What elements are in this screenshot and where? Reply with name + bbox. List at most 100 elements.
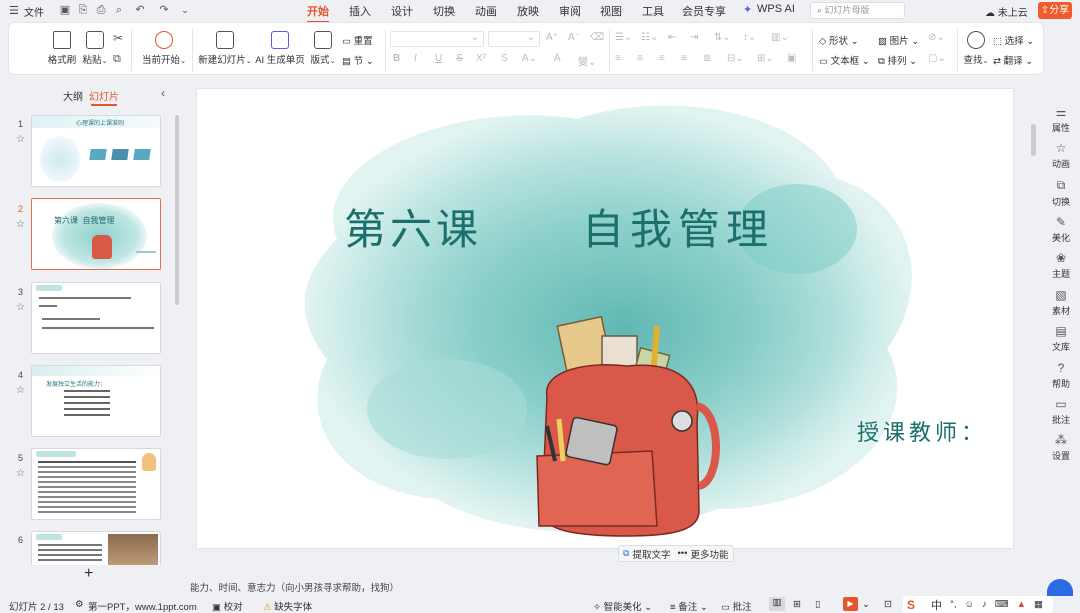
find-button[interactable]: 查找⌄ xyxy=(961,31,991,66)
clear-format-icon[interactable]: ⌫ xyxy=(590,32,604,43)
vertical-align-icon[interactable]: ⊟⌄ xyxy=(727,53,744,64)
help-button[interactable]: ? 帮助 xyxy=(1042,361,1080,390)
quick-access-chevron-icon[interactable]: ⌄ xyxy=(178,3,192,17)
char-spacing-icon[interactable]: Ä xyxy=(554,53,561,64)
tab-outline[interactable]: 大纲 xyxy=(63,88,83,103)
slide-thumbnail-5[interactable] xyxy=(31,448,161,520)
cut-icon[interactable]: ✂ xyxy=(113,31,123,45)
undo-icon[interactable]: ↶ xyxy=(133,3,147,17)
sorter-view-icon[interactable]: ⊞ xyxy=(793,599,801,610)
assistant-icon[interactable] xyxy=(1047,579,1073,596)
strikethrough-icon[interactable]: S xyxy=(456,53,463,64)
slide-scrollbar[interactable] xyxy=(1031,124,1036,156)
collapse-panel-icon[interactable]: ‹ xyxy=(161,86,165,100)
superscript-icon[interactable]: X² xyxy=(476,53,486,64)
file-menu[interactable]: 文件 xyxy=(24,4,44,19)
print-icon[interactable]: ⎙ xyxy=(94,3,108,17)
skin-icon[interactable]: ▲ xyxy=(1017,599,1026,610)
copy-icon[interactable]: ⧉ xyxy=(113,53,121,66)
theme-name[interactable]: 第一PPT，www.1ppt.com xyxy=(88,599,197,613)
emoji-icon[interactable]: ☺ xyxy=(964,599,974,610)
slide-thumbnail-4[interactable]: 发展独立生活的能力： xyxy=(31,365,161,437)
justify-icon[interactable]: ≡ xyxy=(681,53,687,64)
slideshow-chevron-icon[interactable]: ⌄ xyxy=(862,599,870,610)
italic-icon[interactable]: I xyxy=(414,53,417,64)
settings-button[interactable]: ⁂ 设置 xyxy=(1042,433,1080,462)
slide-title-topic[interactable]: 自我管理 xyxy=(582,196,774,257)
textbox-button[interactable]: ▭ 文本框 ⌄ xyxy=(819,53,870,67)
layout-button[interactable]: 版式⌄ xyxy=(309,31,337,66)
more-functions-button[interactable]: 更多功能 xyxy=(690,547,728,561)
missing-font-button[interactable]: ⚠ 缺失字体 xyxy=(263,599,312,613)
ime-menu-icon[interactable]: ▦ xyxy=(1034,599,1043,610)
translate-button[interactable]: ⇄ 翻译 ⌄ xyxy=(993,53,1033,67)
align-center-icon[interactable]: ≡ xyxy=(637,53,643,64)
paste-button[interactable]: 粘贴⌄ xyxy=(79,31,111,66)
star-icon[interactable]: ☆ xyxy=(16,385,25,396)
tab-design[interactable]: 设计 xyxy=(391,3,413,19)
slide-thumbnail-3[interactable] xyxy=(31,282,161,354)
tab-slideshow[interactable]: 放映 xyxy=(517,3,539,19)
material-button[interactable]: ▧ 素材 xyxy=(1042,288,1080,317)
keyboard-icon[interactable]: ⌨ xyxy=(995,599,1009,610)
slide-thumbnail-1[interactable]: 心理课的上课准则 xyxy=(31,115,161,187)
columns-icon[interactable]: ▥⌄ xyxy=(771,32,789,43)
tab-tools[interactable]: 工具 xyxy=(642,3,664,19)
reset-button[interactable]: ▭ 重置 xyxy=(342,33,373,47)
star-icon[interactable]: ☆ xyxy=(16,219,25,230)
tab-insert[interactable]: 插入 xyxy=(349,3,371,19)
star-icon[interactable]: ☆ xyxy=(16,134,25,145)
cloud-status[interactable]: ☁ 未上云 xyxy=(985,4,1028,19)
arrange-button[interactable]: ⧉ 排列 ⌄ xyxy=(878,53,917,67)
save-icon[interactable]: ▣ xyxy=(58,3,72,17)
notes-pane[interactable]: 能力、时间、意志力（向小男孩寻求帮助，找狗） xyxy=(186,576,1042,596)
print-preview-icon[interactable]: ⌕ xyxy=(112,3,126,17)
outline-icon[interactable]: ▢⌄ xyxy=(928,53,946,64)
panel-scrollbar[interactable] xyxy=(175,115,179,305)
theme-button[interactable]: ❀ 主题 xyxy=(1042,251,1080,280)
numbered-list-icon[interactable]: ☷⌄ xyxy=(641,32,658,43)
slide-thumbnail-2[interactable]: 第六课 自我管理 xyxy=(31,198,161,270)
slide-title-lesson[interactable]: 第六课 xyxy=(344,196,482,257)
text-shadow-icon[interactable]: S xyxy=(501,53,508,64)
increase-indent-icon[interactable]: ⇥ xyxy=(690,32,698,43)
comments-button[interactable]: ▭ 批注 xyxy=(1042,397,1080,426)
export-pdf-icon[interactable]: ⎘ xyxy=(76,3,90,17)
line-spacing-icon[interactable]: ↕⌄ xyxy=(743,32,756,43)
tab-review[interactable]: 审阅 xyxy=(559,3,581,19)
transition-button[interactable]: ⧉ 切换 xyxy=(1042,178,1080,208)
proofread-button[interactable]: ▣ 校对 xyxy=(212,599,243,613)
align-left-icon[interactable]: ≡ xyxy=(615,53,621,64)
tab-home[interactable]: 开始 xyxy=(307,3,329,23)
slide-canvas[interactable]: 第六课 自我管理 授课教师： xyxy=(197,89,1013,548)
section-button[interactable]: ▤ 节 ⌄ xyxy=(342,53,374,67)
library-button[interactable]: ▤ 文库 xyxy=(1042,324,1080,353)
select-button[interactable]: ⬚ 选择 ⌄ xyxy=(993,33,1034,47)
tab-slides[interactable]: 幻灯片 xyxy=(89,88,119,106)
text-box-style-icon[interactable]: ▣ xyxy=(787,53,796,64)
tab-member[interactable]: 会员专享 xyxy=(682,3,726,19)
play-slideshow-icon[interactable]: ▶ xyxy=(843,597,858,611)
comments-toggle-button[interactable]: ▭ 批注 xyxy=(721,599,752,613)
bold-icon[interactable]: B xyxy=(393,53,400,64)
smart-beautify-button[interactable]: ✧ 智能美化 ⌄ xyxy=(593,599,652,613)
distributed-icon[interactable]: ≣ xyxy=(703,53,711,64)
fit-window-icon[interactable]: ⊡ xyxy=(884,599,892,610)
voice-icon[interactable]: ♪ xyxy=(982,599,987,610)
tab-transition[interactable]: 切换 xyxy=(433,3,455,19)
ai-generate-button[interactable]: AI 生成单页 xyxy=(255,31,305,66)
tab-animation[interactable]: 动画 xyxy=(475,3,497,19)
tab-view[interactable]: 视图 xyxy=(600,3,622,19)
property-button[interactable]: ⚌ 属性 xyxy=(1042,105,1080,134)
format-painter-button[interactable]: 格式刷 xyxy=(45,31,79,66)
star-icon[interactable]: ☆ xyxy=(16,302,25,313)
underline-icon[interactable]: U xyxy=(435,53,442,64)
beautify-button[interactable]: ✎ 美化 xyxy=(1042,215,1080,244)
font-family-select[interactable]: ⌄ xyxy=(390,31,484,47)
play-from-current-button[interactable]: 当前开始⌄ xyxy=(139,31,189,66)
decrease-indent-icon[interactable]: ⇤ xyxy=(668,32,676,43)
backpack-illustration[interactable] xyxy=(527,311,727,541)
increase-font-icon[interactable]: A⁺ xyxy=(546,32,558,43)
notes-toggle-button[interactable]: ≡ 备注 ⌄ xyxy=(670,599,708,613)
animation-button[interactable]: ☆ 动画 xyxy=(1042,141,1080,170)
